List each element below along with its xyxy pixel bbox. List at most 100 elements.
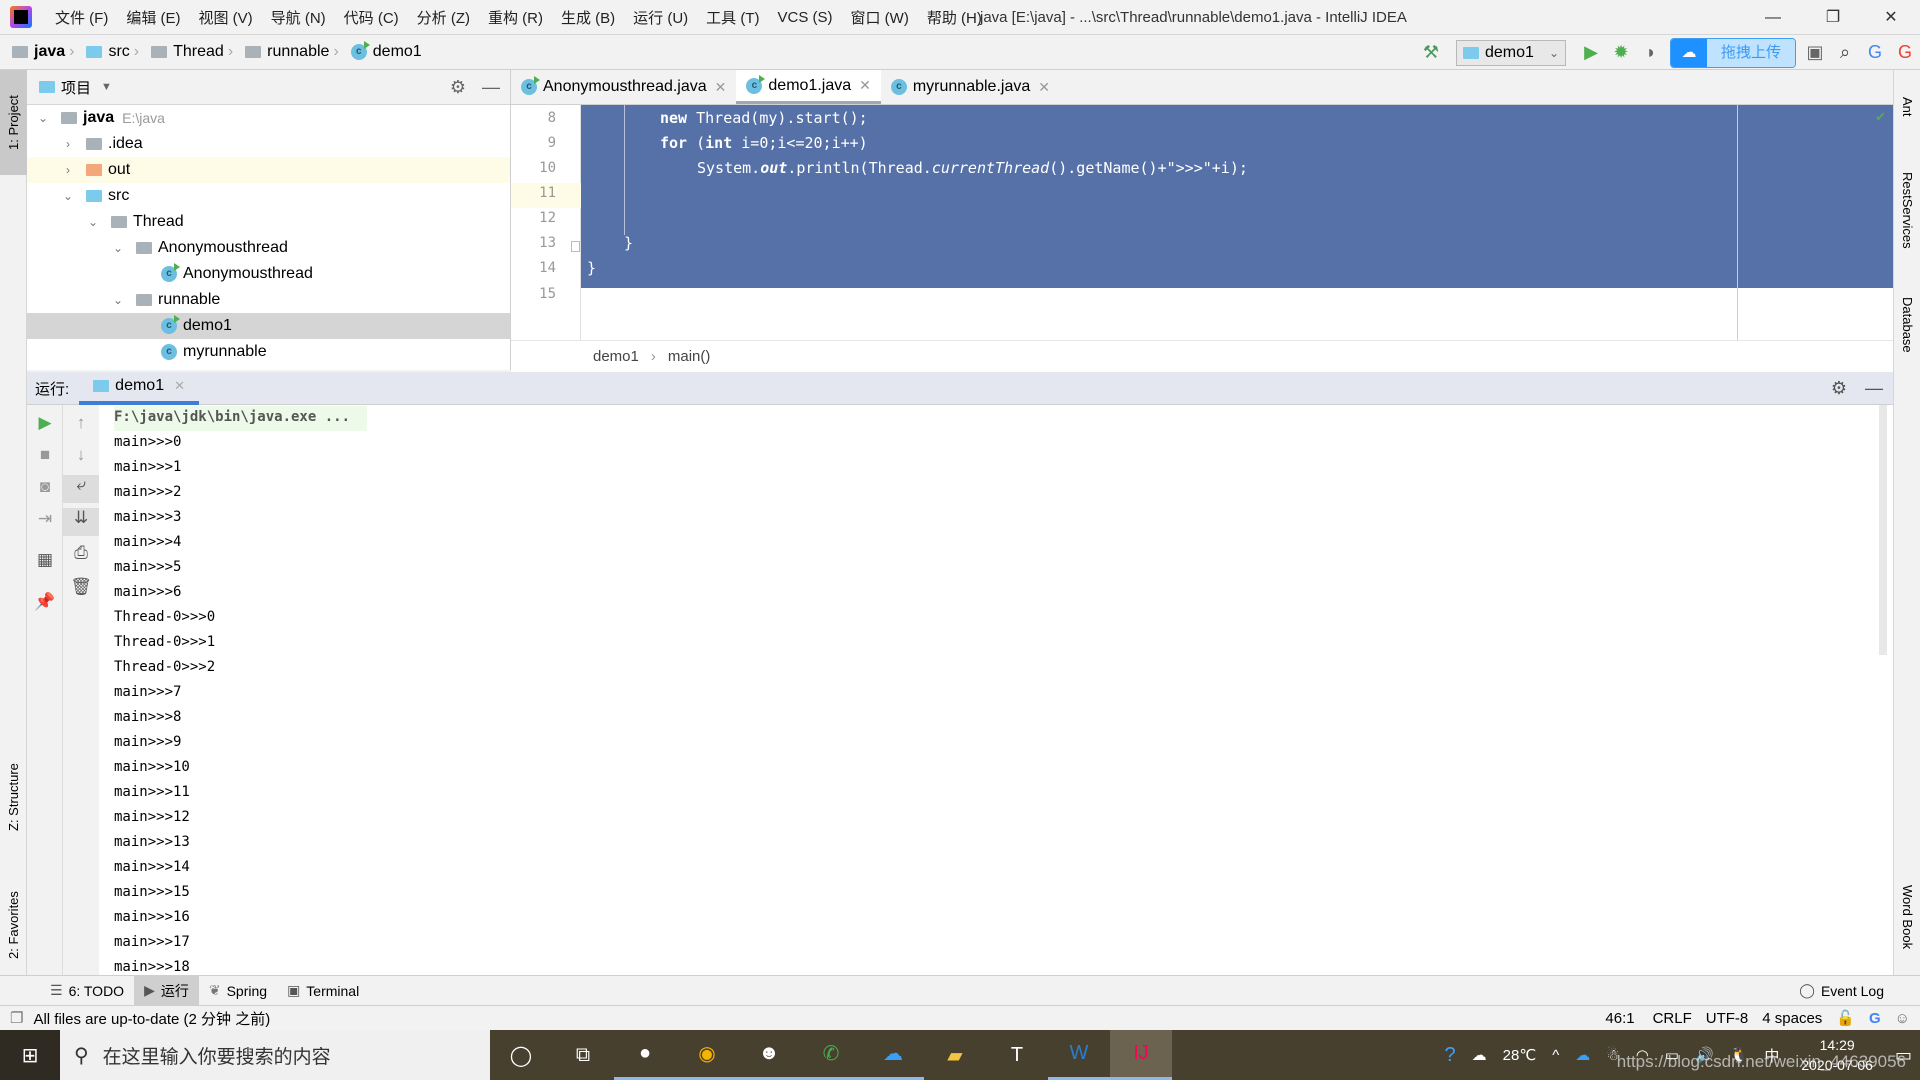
tree-item[interactable]: ⌄ runnable bbox=[27, 287, 510, 313]
chevron-down-icon[interactable]: ⌄ bbox=[110, 293, 126, 307]
tree-item[interactable]: ⌄ Anonymousthread bbox=[27, 235, 510, 261]
tree-item[interactable]: ⌄ java E:\java bbox=[27, 105, 510, 131]
help-icon[interactable]: ? bbox=[1445, 1044, 1456, 1067]
breadcrumb-src[interactable]: src › bbox=[86, 43, 145, 61]
project-tool-tab[interactable]: 1: Project bbox=[0, 70, 27, 175]
soft-wrap-icon[interactable]: ⤶ bbox=[63, 475, 99, 503]
stop-icon[interactable]: ■ bbox=[27, 445, 63, 465]
menu-run[interactable]: 运行 (U) bbox=[624, 7, 697, 28]
menu-vcs[interactable]: VCS (S) bbox=[769, 9, 842, 26]
taskbar-search-box[interactable]: ⚲ 在这里输入你要搜索的内容 bbox=[60, 1030, 490, 1080]
chevron-down-icon[interactable]: ⌄ bbox=[85, 215, 101, 229]
word-icon[interactable]: W bbox=[1048, 1030, 1110, 1080]
menu-file[interactable]: 文件 (F) bbox=[46, 7, 117, 28]
build-hammer-icon[interactable]: ⚒ bbox=[1416, 42, 1446, 63]
tree-item[interactable]: c myrunnable bbox=[27, 339, 510, 365]
camera-icon[interactable]: ◙ bbox=[27, 477, 63, 497]
scroll-to-end-icon[interactable]: ⇊ bbox=[63, 508, 99, 536]
tab-myrunnable[interactable]: c myrunnable.java ✕ bbox=[881, 70, 1060, 104]
run-configuration-select[interactable]: demo1 ⌄ bbox=[1456, 39, 1566, 66]
hide-panel-icon[interactable]: — bbox=[1865, 378, 1883, 399]
hector-inspector-icon[interactable]: ☺ bbox=[1895, 1010, 1910, 1027]
breadcrumb-java[interactable]: java › bbox=[12, 43, 80, 61]
debug-bug-icon[interactable]: ✹ bbox=[1606, 42, 1636, 63]
game-app-icon[interactable]: ☻ bbox=[738, 1030, 800, 1080]
lock-open-icon[interactable]: 🔓 bbox=[1836, 1009, 1855, 1027]
word-book-tool-tab[interactable]: Word Book bbox=[1894, 870, 1920, 965]
translate-alt-icon[interactable]: G bbox=[1890, 42, 1920, 63]
windows-start-icon[interactable]: ⊞ bbox=[0, 1030, 60, 1080]
steam-icon[interactable]: ● bbox=[614, 1030, 676, 1080]
menu-refactor[interactable]: 重构 (R) bbox=[479, 7, 552, 28]
typora-icon[interactable]: T bbox=[986, 1030, 1048, 1080]
console-output[interactable]: F:\java\jdk\bin\java.exe ... main>>>0 main… bbox=[99, 405, 1893, 975]
baidu-netdisk-icon[interactable]: ☁ bbox=[862, 1030, 924, 1080]
menu-view[interactable]: 视图 (V) bbox=[190, 7, 262, 28]
breadcrumb-thread[interactable]: Thread › bbox=[151, 43, 239, 61]
tab-demo1[interactable]: c demo1.java ✕ bbox=[736, 70, 881, 104]
chevron-up-icon[interactable]: ^ bbox=[1552, 1047, 1559, 1064]
close-tab-icon[interactable]: ✕ bbox=[174, 378, 185, 394]
toggle-tool-windows-icon[interactable]: ❐ bbox=[10, 1009, 23, 1027]
menu-window[interactable]: 窗口 (W) bbox=[842, 7, 918, 28]
run-icon[interactable]: ▶ bbox=[1576, 42, 1606, 63]
chevron-right-icon[interactable]: › bbox=[60, 137, 76, 151]
tree-item[interactable]: c Anonymousthread bbox=[27, 261, 510, 287]
breadcrumb-method[interactable]: main() bbox=[668, 348, 711, 365]
weather-icon[interactable]: ☁ bbox=[1472, 1046, 1487, 1064]
menu-code[interactable]: 代码 (C) bbox=[335, 7, 408, 28]
chevron-down-icon[interactable]: ⌄ bbox=[35, 111, 51, 125]
menu-build[interactable]: 生成 (B) bbox=[552, 7, 624, 28]
database-tool-tab[interactable]: Database bbox=[1894, 280, 1920, 370]
menu-edit[interactable]: 编辑 (E) bbox=[117, 7, 189, 28]
breadcrumb-class[interactable]: demo1 bbox=[593, 348, 639, 365]
close-tab-icon[interactable]: ✕ bbox=[859, 77, 871, 94]
structure-tool-tab[interactable]: Z: Structure bbox=[0, 740, 27, 855]
menu-tools[interactable]: 工具 (T) bbox=[697, 7, 768, 28]
google-icon[interactable]: G bbox=[1869, 1010, 1881, 1027]
rest-services-tool-tab[interactable]: RestServices bbox=[1894, 150, 1920, 270]
layout-icon[interactable]: ▦ bbox=[27, 550, 63, 570]
wechat-icon[interactable]: ✆ bbox=[800, 1030, 862, 1080]
chevron-right-icon[interactable]: › bbox=[60, 163, 76, 177]
fold-marker-icon[interactable] bbox=[571, 241, 580, 252]
restore-layout-icon[interactable]: ⇥ bbox=[27, 509, 63, 529]
gear-icon[interactable]: ⚙ bbox=[1831, 378, 1847, 399]
baidu-tray-icon[interactable]: ☁ bbox=[1575, 1046, 1590, 1064]
dropdown-arrow-icon[interactable]: ▼ bbox=[101, 81, 112, 93]
arrow-up-icon[interactable]: ↑ bbox=[63, 413, 99, 433]
spring-tool-tab[interactable]: ❦ Spring bbox=[199, 976, 277, 1006]
tree-item[interactable]: › out bbox=[27, 157, 510, 183]
maximize-button[interactable]: ❐ bbox=[1810, 4, 1856, 32]
minimize-button[interactable]: — bbox=[1750, 4, 1796, 32]
trash-icon[interactable]: 🗑 bbox=[63, 577, 99, 597]
tree-item[interactable]: c demo1 bbox=[27, 313, 510, 339]
hide-panel-icon[interactable]: — bbox=[482, 77, 500, 98]
cortana-icon[interactable]: ◯ bbox=[490, 1030, 552, 1080]
indent-setting[interactable]: 4 spaces bbox=[1762, 1010, 1822, 1027]
print-icon[interactable]: ⎙ bbox=[63, 543, 99, 563]
run-tool-tab[interactable]: ▶ 运行 bbox=[134, 975, 199, 1006]
temperature[interactable]: 28℃ bbox=[1503, 1046, 1537, 1064]
ant-tool-tab[interactable]: Ant bbox=[1894, 82, 1920, 132]
close-button[interactable]: ✕ bbox=[1868, 4, 1914, 32]
upload-button[interactable]: ☁ 拖拽上传 bbox=[1670, 37, 1796, 68]
code-editor[interactable]: ✔ new Thread(my).start(); for (int i=0;i… bbox=[581, 105, 1893, 340]
favorites-tool-tab[interactable]: 2: Favorites bbox=[0, 865, 27, 985]
file-explorer-icon[interactable]: ▰ bbox=[924, 1030, 986, 1080]
tree-item[interactable]: ⌄ Thread bbox=[27, 209, 510, 235]
arrow-down-icon[interactable]: ↓ bbox=[63, 445, 99, 465]
breadcrumb-runnable[interactable]: runnable › bbox=[245, 43, 345, 61]
intellij-icon[interactable]: IJ bbox=[1110, 1030, 1172, 1080]
close-tab-icon[interactable]: ✕ bbox=[1038, 79, 1050, 96]
project-view-select[interactable]: 项目 bbox=[61, 77, 91, 98]
terminal-tool-tab[interactable]: ▣ Terminal bbox=[277, 976, 369, 1006]
todo-tool-tab[interactable]: ☰ 6: TODO bbox=[40, 976, 134, 1006]
caret-position[interactable]: 46:1 bbox=[1605, 1010, 1634, 1027]
pin-icon[interactable]: 📌 bbox=[27, 592, 63, 612]
event-log-tab[interactable]: ◯ Event Log bbox=[1789, 976, 1894, 1006]
menu-navigate[interactable]: 导航 (N) bbox=[262, 7, 335, 28]
run-tab-demo1[interactable]: demo1 ✕ bbox=[79, 372, 199, 405]
search-icon[interactable]: ⌕ bbox=[1830, 42, 1860, 63]
gear-icon[interactable]: ⚙ bbox=[450, 77, 466, 98]
